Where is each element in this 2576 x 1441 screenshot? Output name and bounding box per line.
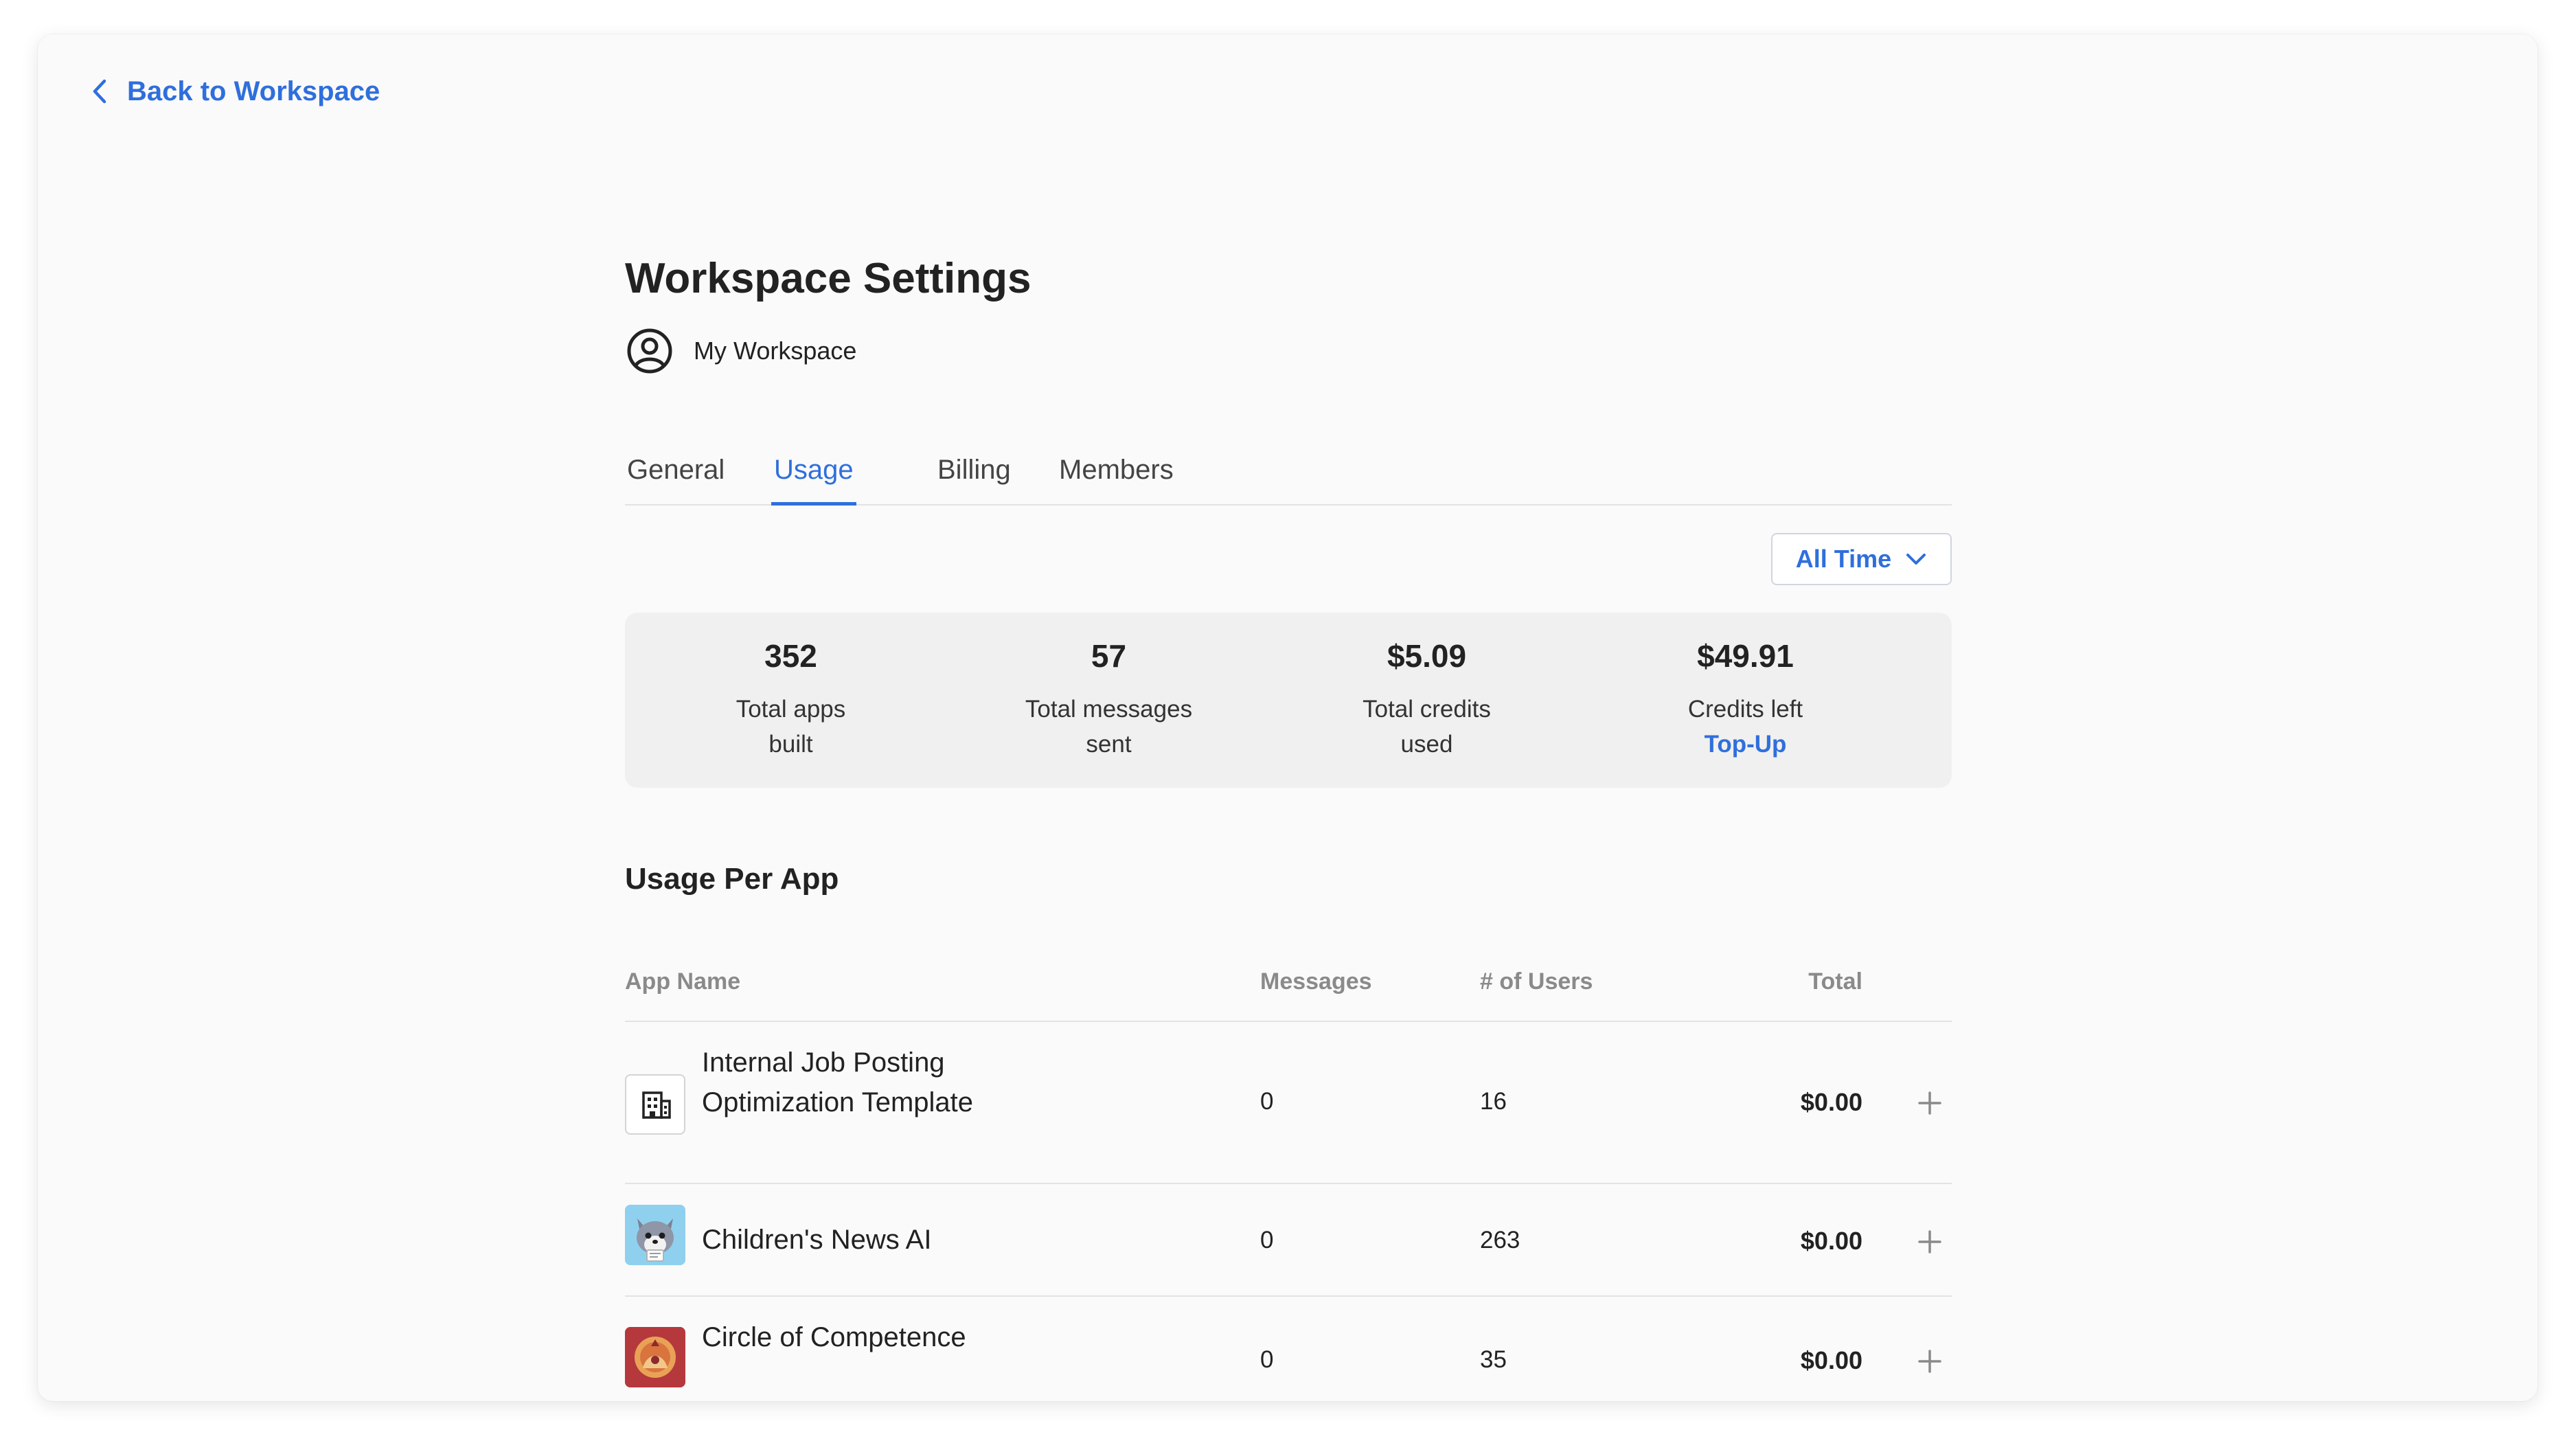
- expand-row-plus-icon[interactable]: [1915, 1088, 1945, 1118]
- users-count: 16: [1480, 1088, 1507, 1115]
- time-range-dropdown[interactable]: All Time: [1771, 533, 1952, 585]
- messages-count: 0: [1260, 1088, 1274, 1115]
- stat-label: Total messages sent: [1025, 696, 1193, 758]
- settings-tabs: General Usage Billing Members: [625, 446, 1952, 506]
- chevron-down-icon: [1905, 548, 1927, 570]
- stat-messages-sent: 57 Total messages sent: [943, 613, 1275, 788]
- app-name[interactable]: Internal Job Posting Optimization Templa…: [702, 1043, 1011, 1122]
- tab-general[interactable]: General: [627, 446, 725, 506]
- tab-members[interactable]: Members: [1059, 446, 1174, 506]
- messages-count: 0: [1260, 1346, 1274, 1373]
- workspace-name: My Workspace: [694, 337, 857, 365]
- workspace-identity: My Workspace: [625, 326, 856, 376]
- column-app-name: App Name: [625, 968, 741, 995]
- time-range-value: All Time: [1795, 545, 1892, 573]
- wolf-avatar-icon: [625, 1205, 685, 1265]
- column-users: # of Users: [1480, 968, 1593, 995]
- table-row[interactable]: Children's News AI 0 263 $0.00: [625, 1184, 1952, 1297]
- settings-window: Back to Workspace Workspace Settings My …: [38, 34, 2538, 1401]
- stat-label: Total credits used: [1363, 696, 1491, 758]
- users-count: 35: [1480, 1346, 1507, 1373]
- table-row[interactable]: Circle of Competence 0 35 $0.00: [625, 1297, 1952, 1401]
- stat-label: Total apps built: [736, 696, 846, 758]
- back-link-label: Back to Workspace: [127, 76, 380, 106]
- chevron-left-icon: [86, 78, 113, 105]
- app-total: $0.00: [1800, 1088, 1862, 1116]
- expand-row-plus-icon[interactable]: [1915, 1227, 1945, 1257]
- top-up-link[interactable]: Top-Up: [1580, 727, 1911, 762]
- tab-usage[interactable]: Usage: [771, 446, 856, 506]
- tab-billing[interactable]: Billing: [937, 446, 1011, 506]
- circle-art-icon: [625, 1327, 685, 1387]
- messages-count: 0: [1260, 1227, 1274, 1253]
- table-row[interactable]: Internal Job Posting Optimization Templa…: [625, 1022, 1952, 1184]
- back-to-workspace-link[interactable]: Back to Workspace: [86, 54, 380, 129]
- user-circle-icon: [625, 326, 674, 376]
- app-total: $0.00: [1800, 1227, 1862, 1255]
- usage-per-app-heading: Usage Per App: [625, 862, 839, 896]
- usage-summary-card: 352 Total apps built 57 Total messages s…: [625, 613, 1952, 788]
- users-count: 263: [1480, 1227, 1520, 1253]
- app-total: $0.00: [1800, 1346, 1862, 1374]
- building-icon: [625, 1074, 685, 1135]
- column-messages: Messages: [1260, 968, 1372, 995]
- column-total: Total: [1808, 968, 1862, 995]
- stat-value: 57: [1091, 638, 1127, 674]
- stat-value: $49.91: [1697, 638, 1794, 674]
- app-name[interactable]: Circle of Competence: [702, 1317, 1011, 1357]
- app-name[interactable]: Children's News AI: [702, 1220, 1011, 1260]
- stat-credits-left: $49.91 Credits left Top-Up: [1580, 613, 1911, 788]
- stat-apps-built: 352 Total apps built: [625, 613, 957, 788]
- stat-value: $5.09: [1387, 638, 1467, 674]
- expand-row-plus-icon[interactable]: [1915, 1346, 1945, 1376]
- stat-value: 352: [764, 638, 817, 674]
- usage-table-header: App Name Messages # of Users Total: [625, 955, 1952, 1022]
- stat-credits-used: $5.09 Total credits used: [1261, 613, 1593, 788]
- page-title: Workspace Settings: [625, 255, 1031, 302]
- stat-label: Credits left Top-Up: [1580, 692, 1911, 762]
